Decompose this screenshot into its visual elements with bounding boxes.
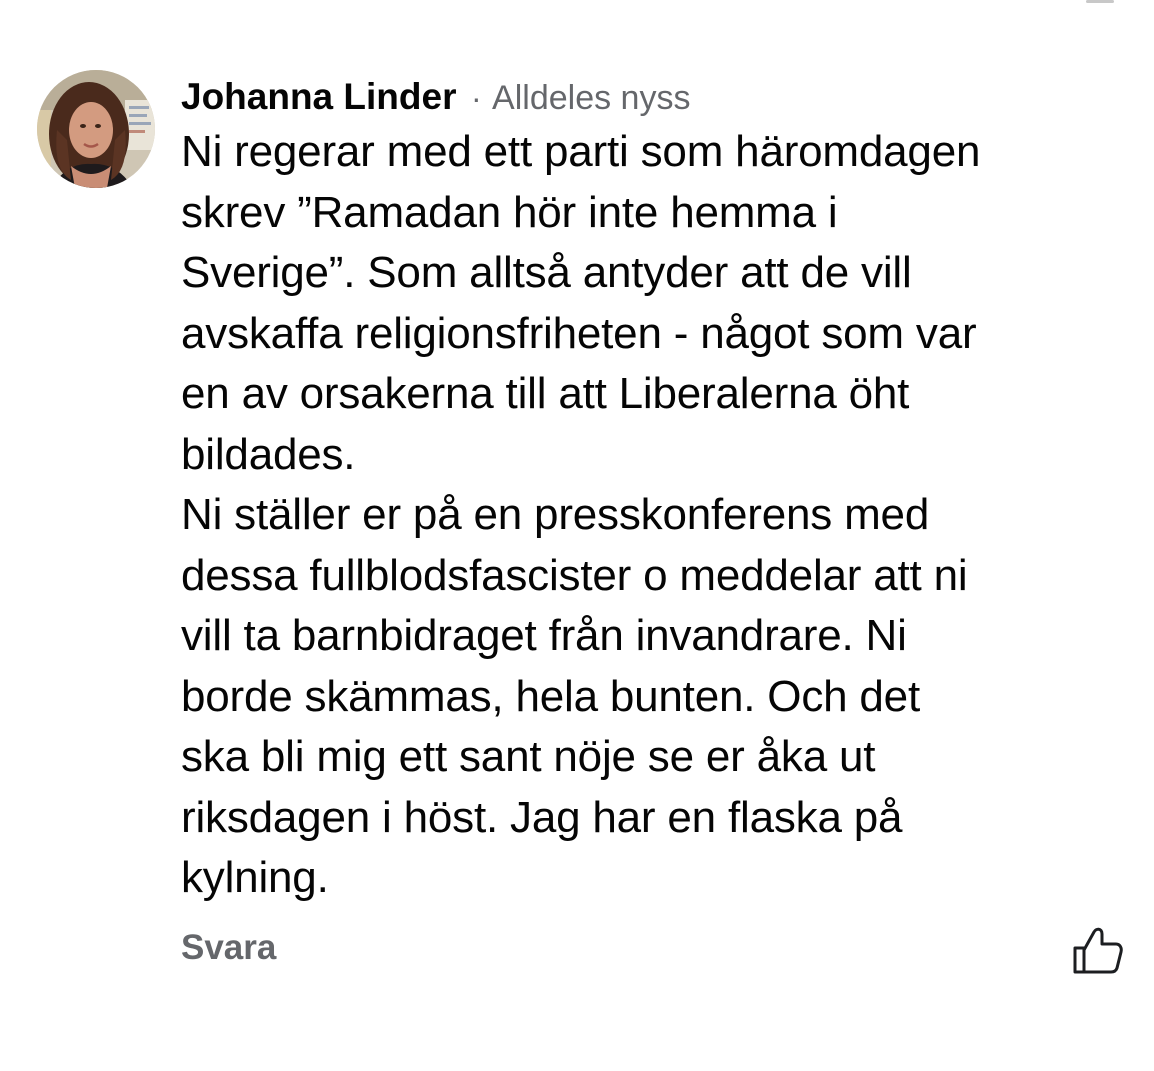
thumbs-up-icon bbox=[1073, 927, 1123, 974]
meta-separator: · bbox=[470, 80, 482, 116]
author-name[interactable]: Johanna Linder bbox=[181, 76, 456, 117]
comment-timestamp[interactable]: Alldeles nyss bbox=[492, 79, 690, 117]
comment-body: Johanna Linder · Alldeles nyss Ni regera… bbox=[181, 74, 1141, 909]
like-button[interactable] bbox=[1070, 924, 1124, 976]
top-edge-divider bbox=[1086, 0, 1114, 3]
comment-text: Ni regerar med ett parti som häromdagen … bbox=[181, 127, 981, 902]
comment-header: Johanna Linder · Alldeles nyss bbox=[181, 74, 1141, 120]
profile-photo-icon bbox=[37, 70, 155, 188]
reply-button[interactable]: Svara bbox=[181, 928, 276, 968]
avatar[interactable] bbox=[37, 70, 155, 188]
